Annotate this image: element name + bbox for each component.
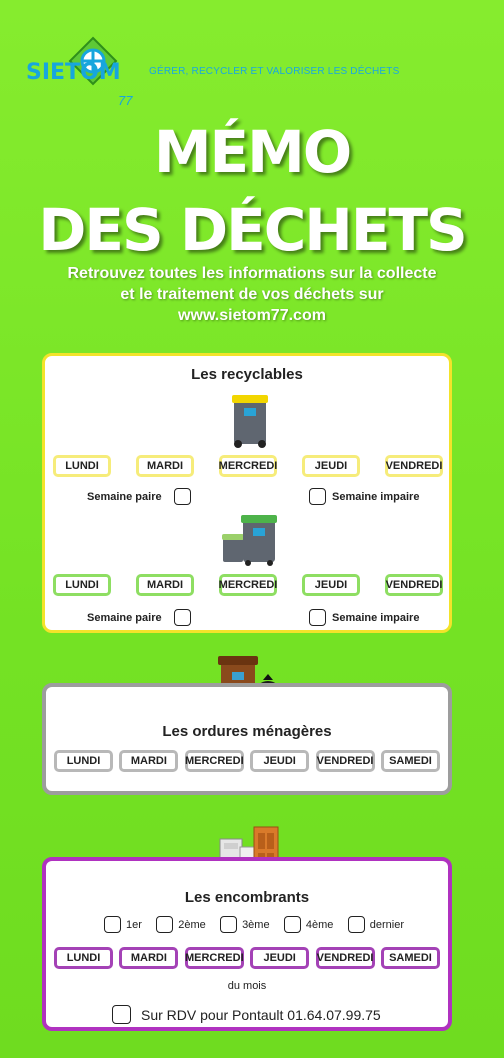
- even-week-option[interactable]: Semaine paire: [87, 488, 191, 505]
- day-checkbox-mercredi[interactable]: MERCREDI: [184, 947, 244, 969]
- checkbox-icon[interactable]: [104, 916, 121, 933]
- yellow-days-row: LUNDI MARDI MERCREDI JEUDI VENDREDI: [53, 455, 443, 477]
- odd-week-option[interactable]: Semaine impaire: [309, 488, 419, 505]
- recyclables-title: Les recyclables: [191, 366, 303, 383]
- day-checkbox-mardi[interactable]: MARDI: [136, 455, 194, 477]
- green-days-row: LUNDI MARDI MERCREDI JEUDI VENDREDI: [53, 574, 443, 596]
- checkbox-icon[interactable]: [309, 488, 326, 505]
- sietom-logo: SIETOM 77: [26, 36, 141, 110]
- day-checkbox-mercredi[interactable]: MERCREDI: [184, 750, 244, 772]
- day-checkbox-vendredi[interactable]: VENDREDI: [385, 455, 443, 477]
- page-title-line2: DES DÉCHETS: [38, 196, 468, 264]
- green-bins-icon: [222, 515, 277, 566]
- household-waste-title: Les ordures ménagères: [162, 723, 332, 740]
- checkbox-icon[interactable]: [347, 916, 365, 933]
- bulky-days-row: LUNDI MARDI MERCREDI JEUDI VENDREDI SAME…: [54, 947, 440, 969]
- ordinal-row: 1er 2ème 3ème 4ème dernier: [104, 916, 404, 933]
- ordinal-option-2eme[interactable]: 2ème: [156, 916, 206, 933]
- month-note: du mois: [227, 980, 267, 992]
- day-checkbox-jeudi[interactable]: JEUDI: [302, 455, 360, 477]
- day-checkbox-mardi[interactable]: MARDI: [119, 947, 179, 969]
- day-checkbox-mercredi[interactable]: MERCREDI: [219, 455, 277, 477]
- yellow-lid-bin-icon: [232, 395, 268, 448]
- day-checkbox-mardi[interactable]: MARDI: [136, 574, 194, 596]
- tagline: GÉRER, RECYCLER ET VALORISER LES DÉCHETS: [149, 66, 400, 77]
- checkbox-icon[interactable]: [156, 916, 174, 933]
- bulky-waste-panel: Les encombrants 1er 2ème 3ème 4ème derni…: [42, 857, 452, 1031]
- day-checkbox-jeudi[interactable]: JEUDI: [250, 947, 310, 969]
- day-checkbox-vendredi[interactable]: VENDREDI: [385, 574, 443, 596]
- checkbox-icon[interactable]: [283, 916, 301, 933]
- day-checkbox-jeudi[interactable]: JEUDI: [250, 750, 310, 772]
- bulky-waste-title: Les encombrants: [184, 889, 310, 906]
- page-title-line1: MÉMO: [153, 118, 352, 186]
- day-checkbox-jeudi[interactable]: JEUDI: [302, 574, 360, 596]
- day-checkbox-lundi[interactable]: LUNDI: [53, 574, 111, 596]
- logo-number: 77: [118, 93, 133, 108]
- ordinal-option-3eme[interactable]: 3ème: [220, 916, 270, 933]
- ordinal-label: 1er: [126, 918, 142, 931]
- rdv-label: Sur RDV pour Pontault 01.64.07.99.75: [141, 1006, 381, 1023]
- day-checkbox-samedi[interactable]: SAMEDI: [380, 750, 440, 772]
- household-days-row: LUNDI MARDI MERCREDI JEUDI VENDREDI SAME…: [54, 750, 440, 772]
- logo-text: SIETOM: [26, 60, 121, 85]
- checkbox-icon[interactable]: [220, 916, 238, 933]
- day-checkbox-mardi[interactable]: MARDI: [119, 750, 179, 772]
- ordinal-label: 4ème: [305, 918, 334, 931]
- day-checkbox-mercredi[interactable]: MERCREDI: [219, 574, 277, 596]
- ordinal-label: dernier: [369, 918, 404, 931]
- rdv-option[interactable]: Sur RDV pour Pontault 01.64.07.99.75: [112, 1005, 381, 1024]
- subtitle-line1: Retrouvez toutes les informations sur la…: [67, 265, 437, 282]
- ordinal-option-1er[interactable]: 1er: [104, 916, 142, 933]
- checkbox-icon[interactable]: [173, 609, 191, 626]
- day-checkbox-lundi[interactable]: LUNDI: [53, 455, 111, 477]
- ordinal-option-4eme[interactable]: 4ème: [283, 916, 334, 933]
- ordinal-option-dernier[interactable]: dernier: [347, 916, 404, 933]
- odd-week-label: Semaine impaire: [332, 611, 420, 624]
- household-waste-panel: Les ordures ménagères LUNDI MARDI MERCRE…: [42, 683, 452, 795]
- recyclables-panel: Les recyclables LUNDI MARDI MERCREDI JEU…: [42, 353, 452, 633]
- ordinal-label: 3ème: [242, 918, 270, 931]
- subtitle-line2: et le traitement de vos déchets sur: [120, 286, 384, 303]
- subtitle: Retrouvez toutes les informations sur la…: [0, 263, 504, 326]
- day-checkbox-vendredi[interactable]: VENDREDI: [315, 750, 375, 772]
- odd-week-option[interactable]: Semaine impaire: [309, 609, 419, 626]
- day-checkbox-vendredi[interactable]: VENDREDI: [315, 947, 375, 969]
- even-week-label: Semaine paire: [87, 611, 162, 624]
- odd-week-label: Semaine impaire: [332, 490, 420, 503]
- day-checkbox-lundi[interactable]: LUNDI: [54, 947, 113, 969]
- website-link[interactable]: www.sietom77.com: [0, 305, 504, 326]
- day-checkbox-lundi[interactable]: LUNDI: [54, 750, 113, 772]
- checkbox-icon[interactable]: [173, 488, 191, 505]
- day-checkbox-samedi[interactable]: SAMEDI: [380, 947, 440, 969]
- even-week-option[interactable]: Semaine paire: [87, 609, 191, 626]
- checkbox-icon[interactable]: [112, 1005, 131, 1024]
- checkbox-icon[interactable]: [309, 609, 326, 626]
- ordinal-label: 2ème: [178, 918, 206, 931]
- even-week-label: Semaine paire: [87, 490, 162, 503]
